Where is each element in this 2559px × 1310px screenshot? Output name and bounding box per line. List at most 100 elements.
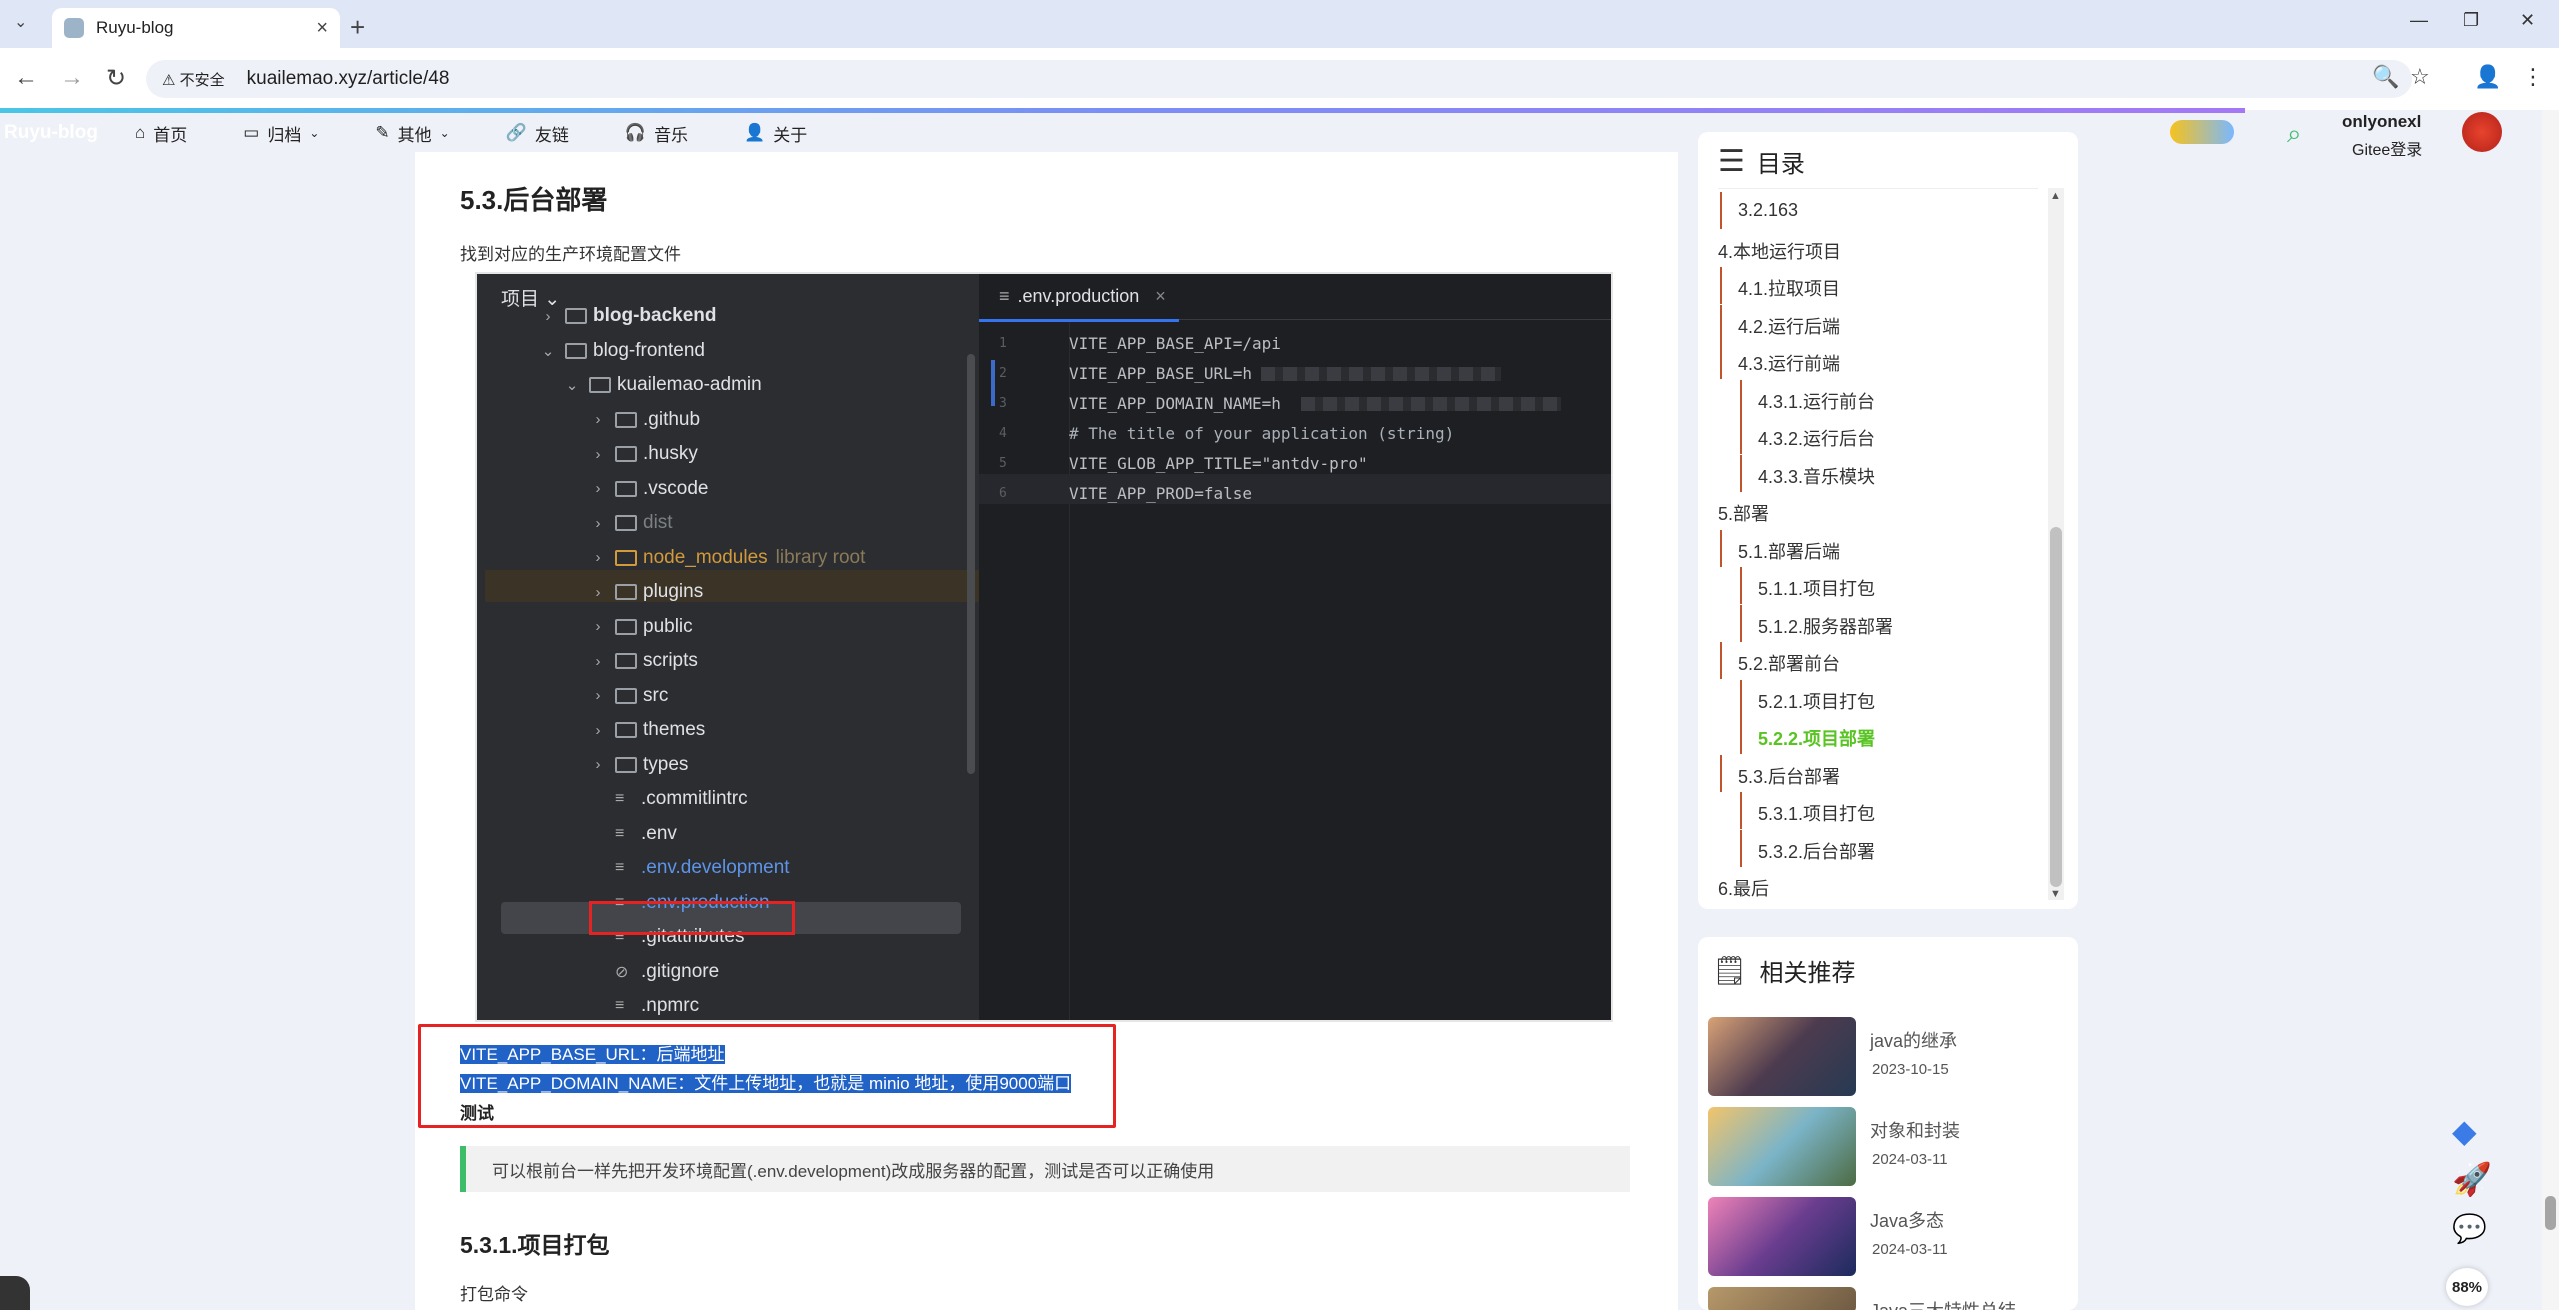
chevron-right-icon[interactable]: › (587, 618, 609, 635)
tree-row[interactable]: ⌄ blog-frontend (537, 335, 705, 367)
toc-item[interactable]: 4.2.运行后端 (1738, 313, 1840, 339)
toc-item[interactable]: 5.2.1.项目打包 (1758, 688, 1875, 714)
tree-row[interactable]: ≡ .npmrc (587, 990, 699, 1022)
rocket-icon[interactable]: 🚀 (2452, 1160, 2492, 1198)
toc-item[interactable]: 5.1.2.服务器部署 (1758, 613, 1893, 639)
tree-row[interactable]: › public (587, 611, 693, 643)
close-tab-icon[interactable]: × (316, 17, 328, 40)
related-thumbnail[interactable] (1708, 1197, 1856, 1276)
tree-row[interactable]: › node_modules library root (587, 542, 866, 574)
chevron-right-icon[interactable]: › (587, 687, 609, 704)
toc-item[interactable]: 4.3.2.运行后台 (1758, 425, 1875, 451)
tree-row[interactable]: › .github (587, 404, 701, 436)
toc-item[interactable]: 5.2.2.项目部署 (1758, 725, 1875, 751)
related-title-link[interactable]: Java三大特性总结 (1870, 1297, 2016, 1310)
tree-row[interactable]: ≡ .env (587, 818, 677, 850)
bookmark-star-icon[interactable]: ☆ (2410, 64, 2430, 90)
toc-item[interactable]: 5.1.部署后端 (1738, 538, 1840, 564)
tree-row[interactable]: ⌄ kuailemao-admin (561, 369, 762, 401)
toc-item[interactable]: 5.3.1.项目打包 (1758, 800, 1875, 826)
tree-row[interactable]: › types (587, 749, 689, 781)
toc-item[interactable]: 5.3.后台部署 (1738, 763, 1840, 789)
tree-row[interactable]: › themes (587, 714, 706, 746)
toc-item[interactable]: 3.2.163 (1738, 200, 1798, 221)
profile-icon[interactable]: 👤 (2474, 64, 2501, 90)
chevron-right-icon[interactable]: › (587, 480, 609, 497)
toc-item[interactable]: 4.本地运行项目 (1718, 238, 1841, 264)
close-tab-icon[interactable]: × (1155, 286, 1166, 307)
chevron-right-icon[interactable]: › (587, 411, 609, 428)
theme-toggle[interactable] (2170, 120, 2234, 144)
avatar[interactable] (2462, 112, 2502, 152)
tree-row[interactable]: › .vscode (587, 473, 709, 505)
browser-tab[interactable]: Ruyu-blog × (52, 8, 340, 48)
chevron-right-icon[interactable]: › (587, 756, 609, 773)
toc-item[interactable]: 4.3.运行前端 (1738, 350, 1840, 376)
tree-row[interactable]: › scripts (587, 645, 698, 677)
tree-row[interactable]: › dist (587, 507, 673, 539)
zoom-badge[interactable]: 88% (2446, 1268, 2488, 1306)
toc-item[interactable]: 6.最后 (1718, 875, 1769, 901)
page-scrollbar-thumb[interactable] (2545, 1196, 2556, 1230)
nav-music[interactable]: 🎧 音乐 (625, 121, 688, 146)
chevron-right-icon[interactable]: › (587, 515, 609, 532)
nav-links[interactable]: 🔗 友链 (506, 121, 569, 146)
scroll-down-icon[interactable]: ▼ (2050, 888, 2061, 900)
nav-other[interactable]: ✎ 其他 ⌄ (375, 121, 449, 146)
chevron-down-icon[interactable]: ⌄ (537, 342, 559, 360)
tree-row[interactable]: › plugins (587, 576, 704, 608)
chevron-right-icon[interactable]: › (537, 308, 559, 325)
gitee-login[interactable]: Gitee登录 (2352, 136, 2422, 160)
related-title-link[interactable]: java的继承 (1870, 1027, 1957, 1053)
back-button[interactable]: ← (14, 64, 38, 92)
chevron-down-icon[interactable]: ⌄ (561, 376, 583, 394)
toc-item[interactable]: 4.1.拉取项目 (1738, 275, 1840, 301)
code-line[interactable]: VITE_APP_BASE_URL=h (1069, 364, 1252, 383)
toc-item[interactable]: 5.3.2.后台部署 (1758, 838, 1875, 864)
mascot-icon[interactable] (0, 1276, 30, 1310)
restore-icon[interactable]: ❐ (2463, 10, 2479, 31)
code-line[interactable]: VITE_GLOB_APP_TITLE="antdv-pro" (1069, 454, 1368, 473)
forward-button[interactable]: → (60, 64, 84, 92)
tab-search-chevron-icon[interactable]: ⌄ (14, 12, 27, 32)
editor-tab[interactable]: ≡ .env.production × (979, 274, 1179, 322)
tree-row[interactable]: › src (587, 680, 669, 712)
related-thumbnail[interactable] (1708, 1107, 1856, 1186)
chevron-right-icon[interactable]: › (587, 722, 609, 739)
related-title-link[interactable]: 对象和封装 (1870, 1117, 1960, 1143)
toc-item[interactable]: 5.部署 (1718, 500, 1769, 526)
toc-item[interactable]: 4.3.3.音乐模块 (1758, 463, 1875, 489)
toc-scrollbar-thumb[interactable] (2050, 527, 2062, 887)
tree-row[interactable]: ≡ .env.development (587, 852, 790, 884)
code-line[interactable]: VITE_APP_PROD=false (1069, 484, 1252, 503)
tree-row[interactable]: ⊘ .gitignore (587, 956, 719, 988)
nav-archive[interactable]: ▭ 归档 ⌄ (243, 121, 319, 146)
code-line[interactable]: VITE_APP_BASE_API=/api (1069, 334, 1281, 353)
search-icon[interactable]: ⌕ (2287, 118, 2302, 150)
nav-home[interactable]: ⌂ 首页 (135, 121, 187, 146)
related-thumbnail[interactable] (1708, 1017, 1856, 1096)
related-title-link[interactable]: Java多态 (1870, 1207, 1944, 1233)
toc-item[interactable]: 5.1.1.项目打包 (1758, 575, 1875, 601)
security-warning[interactable]: ⚠ 不安全 (162, 69, 225, 90)
widget-icon[interactable]: ◆ (2452, 1112, 2477, 1150)
tree-row[interactable]: › blog-backend (537, 300, 717, 332)
related-thumbnail[interactable] (1708, 1287, 1856, 1310)
nav-about[interactable]: 👤 关于 (744, 121, 807, 146)
code-line[interactable]: VITE_APP_DOMAIN_NAME=h (1069, 394, 1281, 413)
minimize-icon[interactable]: — (2410, 10, 2428, 31)
scroll-up-icon[interactable]: ▲ (2050, 190, 2061, 202)
reload-button[interactable]: ↻ (106, 64, 126, 93)
chevron-right-icon[interactable]: › (587, 584, 609, 601)
site-logo[interactable]: Ruyu-blog (0, 122, 135, 144)
chat-icon[interactable]: 💬 (2452, 1212, 2487, 1245)
address-bar[interactable]: ⚠ 不安全 kuailemao.xyz/article/48 (146, 60, 2412, 98)
new-tab-button[interactable]: + (350, 12, 365, 43)
close-window-icon[interactable]: ✕ (2520, 10, 2535, 31)
code-line[interactable]: # The title of your application (string) (1069, 424, 1454, 443)
tree-scrollbar[interactable] (967, 354, 975, 774)
toc-item[interactable]: 5.2.部署前台 (1738, 650, 1840, 676)
tree-row[interactable]: ≡ .commitlintrc (587, 783, 748, 815)
chevron-right-icon[interactable]: › (587, 549, 609, 566)
chevron-right-icon[interactable]: › (587, 653, 609, 670)
